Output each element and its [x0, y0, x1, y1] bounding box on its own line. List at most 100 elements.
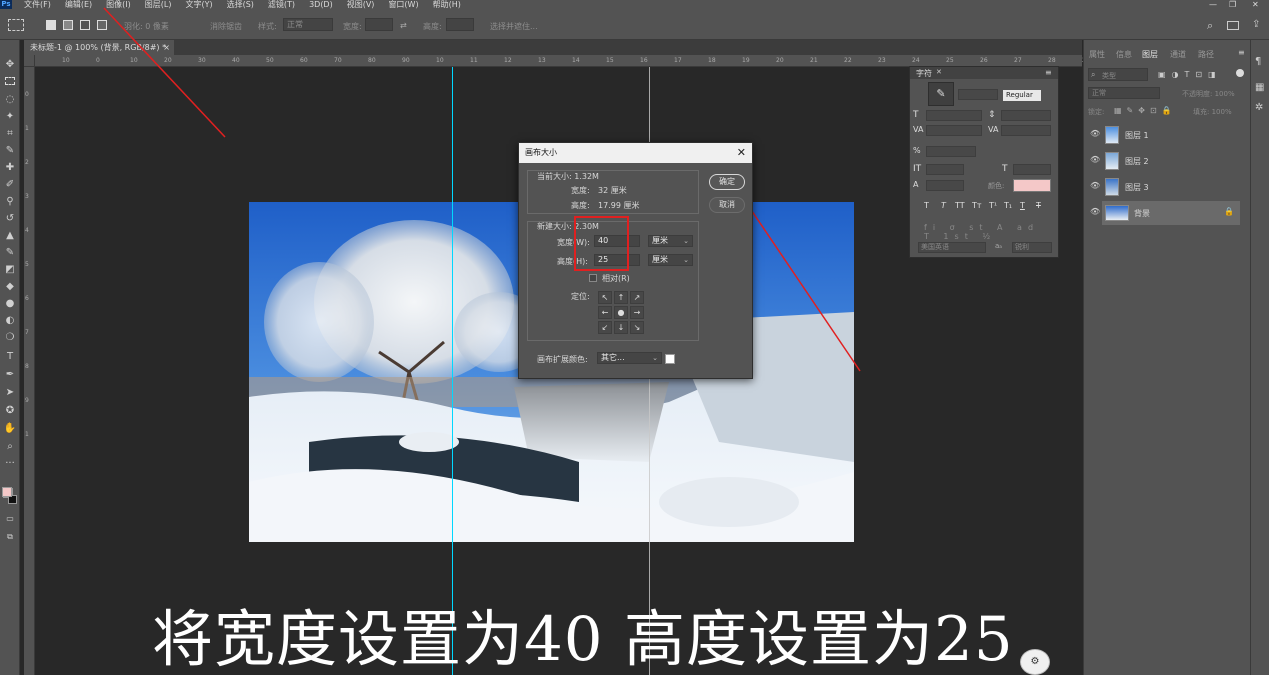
layer-row[interactable]: 图层 2: [1102, 149, 1240, 173]
faux-italic-icon[interactable]: T: [941, 201, 946, 210]
tab-channels[interactable]: 通道: [1170, 49, 1186, 60]
layer-row-selected[interactable]: 背景 🔒: [1102, 201, 1240, 225]
anchor-bottom-right[interactable]: ↘: [630, 321, 644, 334]
vertical-scale-input[interactable]: [926, 164, 964, 175]
paragraph-icon[interactable]: ¶: [1255, 56, 1261, 67]
antialias-select[interactable]: 锐利: [1012, 242, 1052, 253]
search-icon: ⌕: [1091, 70, 1096, 79]
filter-toggle-icon[interactable]: [1236, 69, 1244, 77]
layer-thumbnail: [1105, 205, 1129, 221]
opentype-icons[interactable]: fi σ st A ad T 1st ½: [924, 223, 1058, 241]
small-caps-icon[interactable]: Tт: [972, 201, 982, 210]
all-caps-icon[interactable]: TT: [955, 201, 965, 210]
visibility-eye-icon[interactable]: 👁: [1090, 155, 1100, 164]
relative-checkbox[interactable]: [589, 274, 597, 282]
layer-thumbnail: [1105, 152, 1119, 170]
panel-menu-icon[interactable]: ≡: [1045, 68, 1052, 77]
brush-preset-icon[interactable]: ✎: [928, 82, 954, 106]
subscript-icon[interactable]: T₁: [1004, 201, 1012, 210]
font-size-icon: T: [913, 110, 919, 120]
current-height-value: 17.99 厘米: [598, 201, 640, 210]
canvas-size-dialog: 画布大小 ✕ 当前大小: 1.32M 宽度: 32 厘米 高度: 17.99 厘…: [518, 142, 753, 379]
tab-layers[interactable]: 图层: [1142, 49, 1158, 60]
language-select[interactable]: 美国英语: [918, 242, 986, 253]
scale-icon: %: [913, 146, 921, 155]
panel-dock-strip: ¶ ▦ ✲: [1250, 40, 1269, 675]
strikethrough-icon[interactable]: T: [1036, 201, 1041, 210]
font-style-select[interactable]: Regular: [1003, 90, 1041, 101]
width-unit-select[interactable]: 厘米 ⌄: [648, 235, 693, 247]
vertical-scale-icon: IT: [913, 164, 922, 174]
underline-icon[interactable]: T: [1020, 201, 1025, 210]
visibility-eye-icon[interactable]: 👁: [1090, 129, 1100, 138]
anchor-top[interactable]: ↑: [614, 291, 628, 304]
anchor-left[interactable]: ←: [598, 306, 612, 319]
faux-bold-icon[interactable]: T: [924, 201, 929, 210]
superscript-icon[interactable]: T¹: [989, 201, 997, 210]
extension-color-swatch[interactable]: [665, 354, 675, 364]
lock-icon: 🔒: [1224, 207, 1234, 216]
tracking-icon: VA: [988, 125, 999, 134]
extension-color-select[interactable]: 其它... ⌄: [597, 352, 662, 364]
layer-kind-filter[interactable]: ⌕ 类型: [1088, 68, 1148, 81]
recorder-badge-icon: ⚙: [1020, 649, 1050, 675]
gear-icon[interactable]: ✲: [1255, 102, 1263, 113]
anchor-top-right[interactable]: ↗: [630, 291, 644, 304]
layer-filter-icons[interactable]: ▣◑T⊡◨: [1158, 70, 1222, 79]
text-color-swatch[interactable]: [1013, 179, 1051, 192]
panel-close-icon[interactable]: ✕: [936, 68, 942, 76]
blend-mode-select[interactable]: 正常: [1088, 87, 1160, 99]
layer-name: 图层 2: [1125, 157, 1149, 166]
kerning-input[interactable]: [926, 125, 982, 136]
font-family-select[interactable]: [958, 89, 998, 100]
layer-name: 图层 1: [1125, 131, 1149, 140]
ok-button[interactable]: 确定: [709, 174, 745, 190]
character-panel-title: 字符: [916, 69, 932, 78]
tab-paths[interactable]: 路径: [1198, 49, 1214, 60]
layer-row[interactable]: 图层 3: [1102, 175, 1240, 199]
layer-name: 背景: [1134, 209, 1150, 218]
grid-icon[interactable]: ▦: [1255, 82, 1264, 93]
character-panel: 字符 ≡ ✕ ✎ Regular T ⇕ VA VA % IT T A 颜色: …: [909, 66, 1059, 258]
height-unit-select[interactable]: 厘米 ⌄: [648, 254, 693, 266]
current-width-value: 32 厘米: [598, 186, 627, 195]
lock-icons[interactable]: ▦✎✥⊡🔒: [1114, 106, 1177, 115]
layer-kind-placeholder: 类型: [1102, 72, 1116, 80]
layers-panel: 属性 信息 图层 通道 路径 ≡ ⌕ 类型 ▣◑T⊡◨ 正常 不透明度: 100…: [1083, 40, 1250, 675]
video-subtitle: 将宽度设置为40 高度设置为25: [152, 604, 1014, 675]
visibility-eye-icon[interactable]: 👁: [1090, 181, 1100, 190]
current-size-label: 当前大小: 1.32M: [537, 172, 599, 181]
dialog-close-icon[interactable]: ✕: [737, 146, 746, 159]
font-size-input[interactable]: [926, 110, 982, 121]
current-height-label: 高度:: [571, 201, 590, 210]
anchor-bottom[interactable]: ↓: [614, 321, 628, 334]
color-label: 颜色:: [988, 182, 1005, 190]
highlight-box: [574, 216, 629, 271]
layer-row[interactable]: 图层 1: [1102, 123, 1240, 147]
height-unit-value: 厘米: [652, 255, 668, 264]
cancel-button[interactable]: 取消: [709, 197, 745, 213]
horizontal-scale-icon: T: [1002, 164, 1008, 174]
baseline-icon: A: [913, 180, 919, 189]
anchor-label: 定位:: [571, 292, 590, 301]
tab-info[interactable]: 信息: [1116, 49, 1132, 60]
extension-color-value: 其它...: [601, 353, 625, 362]
tracking-input[interactable]: [1001, 125, 1051, 136]
extension-color-label: 画布扩展颜色:: [537, 355, 588, 364]
anchor-right[interactable]: →: [630, 306, 644, 319]
anchor-top-left[interactable]: ↖: [598, 291, 612, 304]
anchor-center[interactable]: ●: [614, 306, 628, 319]
opacity-field[interactable]: 不透明度: 100%: [1182, 89, 1235, 99]
visibility-eye-icon[interactable]: 👁: [1090, 207, 1100, 216]
leading-input[interactable]: [1001, 110, 1051, 121]
panel-menu-icon[interactable]: ≡: [1238, 48, 1245, 57]
horizontal-scale-input[interactable]: [1013, 164, 1051, 175]
tab-properties[interactable]: 属性: [1089, 49, 1105, 60]
layer-name: 图层 3: [1125, 183, 1149, 192]
fill-field[interactable]: 填充: 100%: [1193, 107, 1232, 117]
lock-label: 锁定:: [1088, 108, 1105, 116]
relative-label: 相对(R): [602, 274, 630, 283]
tsume-input[interactable]: [926, 146, 976, 157]
anchor-bottom-left[interactable]: ↙: [598, 321, 612, 334]
baseline-input[interactable]: [926, 180, 964, 191]
